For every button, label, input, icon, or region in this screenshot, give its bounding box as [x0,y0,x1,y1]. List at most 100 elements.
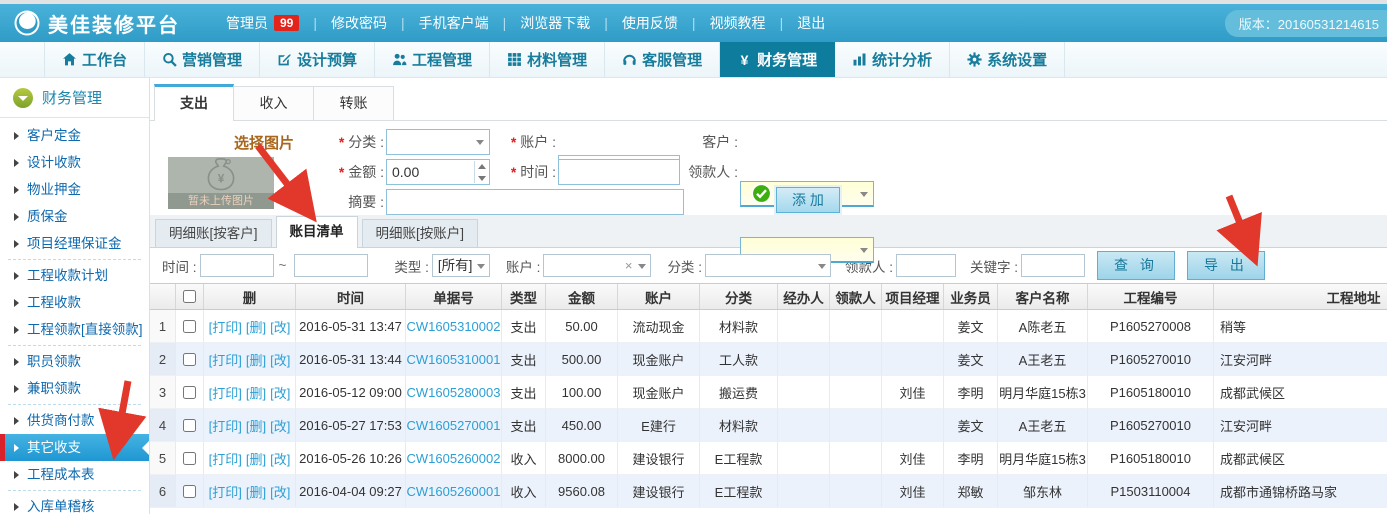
edit-link[interactable]: [改] [270,317,290,336]
delete-link[interactable]: [删] [246,482,266,501]
select-all-checkbox[interactable] [183,290,196,303]
topbar-link-修改密码[interactable]: 修改密码 [331,13,387,33]
delete-link[interactable]: [删] [246,317,266,336]
sidebar-item-工程领款[直接领款][interactable]: 工程领款[直接领款] [0,316,149,343]
tab-收入[interactable]: 收入 [234,86,314,120]
print-link[interactable]: [打印] [209,383,242,402]
edit-link[interactable]: [改] [270,449,290,468]
admin-entry[interactable]: 管理员 99 [226,13,299,33]
keyword-input[interactable] [1021,254,1085,277]
nav-item-客服管理[interactable]: 客服管理 [605,42,720,77]
subtab-账目清单[interactable]: 账目清单 [276,216,358,248]
sidebar-item-项目经理保证金[interactable]: 项目经理保证金 [0,230,149,257]
sidebar-item-客户定金[interactable]: 客户定金 [0,122,149,149]
nav-item-工作台[interactable]: 工作台 [44,42,145,77]
cell-payee [830,442,882,475]
image-placeholder[interactable]: ¥ 暂未上传图片 [168,157,274,209]
choose-image-label[interactable]: 选择图片 [234,132,294,153]
doc-number-link[interactable]: CW1605260001 [407,484,501,499]
nav-item-系统设置[interactable]: 系统设置 [950,42,1065,77]
topbar-link-手机客户端[interactable]: 手机客户端 [419,13,489,33]
topbar-link-退出[interactable]: 退出 [797,13,825,33]
sidebar-item-职员领款[interactable]: 职员领款 [0,348,149,375]
sidebar-item-工程收款[interactable]: 工程收款 [0,289,149,316]
nav-item-工程管理[interactable]: 工程管理 [375,42,490,77]
payee-filter-input[interactable] [896,254,956,277]
sidebar-item-兼职领款[interactable]: 兼职领款 [0,375,149,402]
doc-number-link[interactable]: CW1605270001 [407,418,501,433]
cell-time: 2016-05-31 13:44 [296,343,406,376]
edit-link[interactable]: [改] [270,416,290,435]
row-checkbox[interactable] [183,353,196,366]
cell-amount: 8000.00 [546,442,618,475]
doc-number-link[interactable]: CW1605310002 [407,319,501,334]
sidebar-item-入库单稽核[interactable]: 入库单稽核 [0,493,149,514]
time-to-input[interactable] [294,254,368,277]
print-link[interactable]: [打印] [209,350,242,369]
row-checkbox[interactable] [183,386,196,399]
account-label: 账户 : [480,129,556,155]
row-checkbox[interactable] [183,485,196,498]
doc-number-link[interactable]: CW1605310001 [407,352,501,367]
subtab-明细账[按账户][interactable]: 明细账[按账户] [362,219,479,247]
account-filter-select[interactable]: × [543,254,651,277]
clear-icon[interactable]: × [625,255,633,276]
cell-check [176,442,204,475]
edit-link[interactable]: [改] [270,482,290,501]
active-marker [0,434,5,461]
edit-link[interactable]: [改] [270,383,290,402]
nav-item-财务管理[interactable]: ¥财务管理 [720,42,835,77]
delete-link[interactable]: [删] [246,416,266,435]
topbar-link-视频教程[interactable]: 视频教程 [710,13,766,33]
header-cell-check[interactable] [176,284,204,309]
notification-badge[interactable]: 99 [274,15,299,31]
sidebar-item-设计收款[interactable]: 设计收款 [0,149,149,176]
doc-number-link[interactable]: CW1605280003 [407,385,501,400]
tab-转账[interactable]: 转账 [314,86,394,120]
subtab-明细账[按客户][interactable]: 明细账[按客户] [155,219,272,247]
edit-link[interactable]: [改] [270,350,290,369]
app-logo[interactable]: 美佳装修平台 [14,9,180,38]
delete-link[interactable]: [删] [246,350,266,369]
topbar-link-使用反馈[interactable]: 使用反馈 [622,13,678,33]
nav-item-设计预算[interactable]: 设计预算 [260,42,375,77]
time-label: 时间 : [480,159,556,185]
print-link[interactable]: [打印] [209,317,242,336]
amount-input[interactable]: 0.00 [386,159,490,185]
type-select[interactable]: [所有] [432,254,490,277]
category-filter-select[interactable] [705,254,831,277]
tab-支出[interactable]: 支出 [154,84,234,121]
doc-number-link[interactable]: CW1605260002 [407,451,501,466]
print-link[interactable]: [打印] [209,482,242,501]
row-checkbox[interactable] [183,452,196,465]
nav-item-label: 客服管理 [642,49,702,70]
sidebar-item-供货商付款[interactable]: 供货商付款 [0,407,149,434]
sidebar-item-物业押金[interactable]: 物业押金 [0,176,149,203]
time-from-input[interactable] [200,254,274,277]
search-button[interactable]: 查 询 [1097,251,1175,280]
category-select[interactable] [386,129,490,155]
sidebar-item-工程成本表[interactable]: 工程成本表 [0,461,149,488]
nav-item-材料管理[interactable]: 材料管理 [490,42,605,77]
collapse-icon[interactable] [13,88,33,108]
nav-item-营销管理[interactable]: 营销管理 [145,42,260,77]
chevron-down-icon [860,248,868,253]
print-link[interactable]: [打印] [209,416,242,435]
add-button[interactable]: 添 加 [776,187,840,213]
row-actions: [打印][删][改] [209,482,291,501]
export-button[interactable]: 导 出 [1187,251,1265,280]
delete-link[interactable]: [删] [246,449,266,468]
sidebar-header[interactable]: 财务管理 [0,78,149,118]
cell-operator [778,376,830,409]
sidebar-item-质保金[interactable]: 质保金 [0,203,149,230]
summary-input[interactable] [386,189,684,215]
delete-link[interactable]: [删] [246,383,266,402]
print-link[interactable]: [打印] [209,449,242,468]
sidebar-item-工程收款计划[interactable]: 工程收款计划 [0,262,149,289]
ledger-table: 删时间单据号类型金额账户分类经办人领款人项目经理业务员客户名称工程编号工程地址 … [150,283,1387,514]
topbar-link-浏览器下载[interactable]: 浏览器下载 [520,13,590,33]
row-checkbox[interactable] [183,320,196,333]
nav-item-统计分析[interactable]: 统计分析 [835,42,950,77]
row-checkbox[interactable] [183,419,196,432]
sidebar-item-其它收支[interactable]: 其它收支 [0,434,149,461]
